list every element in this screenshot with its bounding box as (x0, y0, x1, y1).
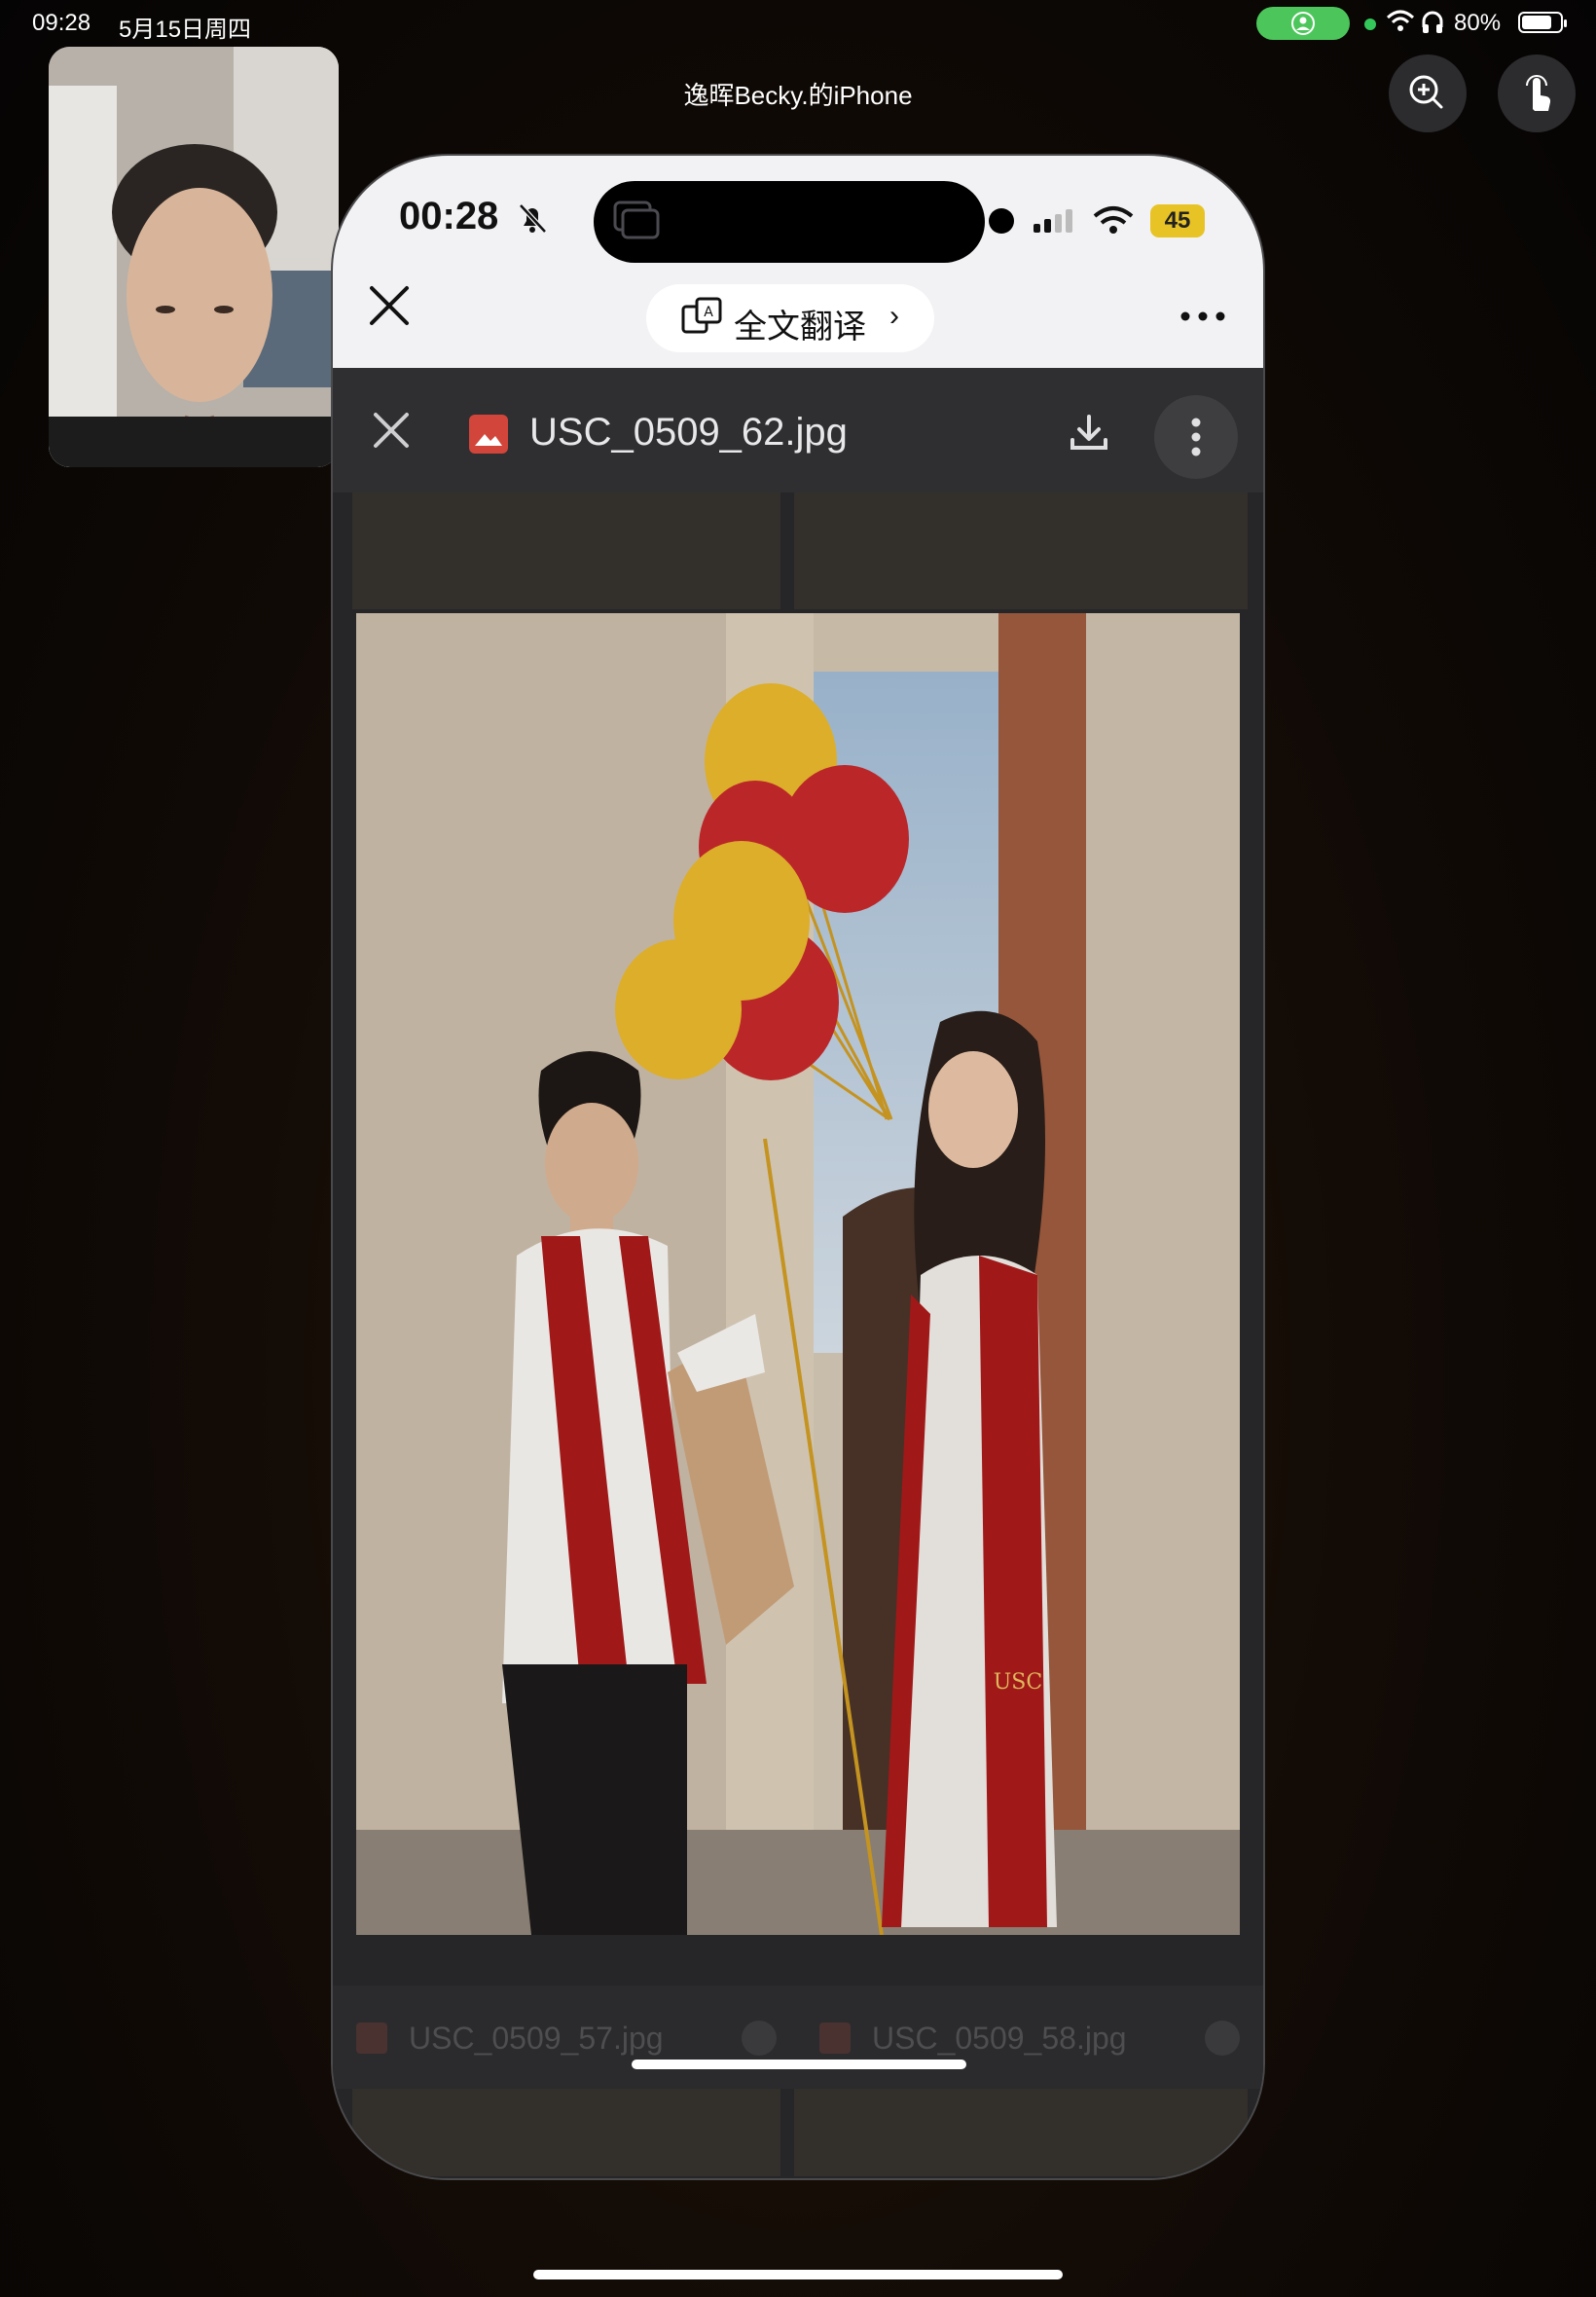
screen-share-indicator[interactable] (1256, 7, 1350, 40)
battery-icon (1518, 12, 1567, 33)
screen-mirroring-icon (613, 201, 660, 239)
phone-home-indicator[interactable] (632, 2060, 966, 2069)
info-icon (742, 2021, 777, 2056)
background-file-name: USC_0509_58.jpg (872, 2021, 1127, 2056)
battery-icon: 45 (1150, 204, 1205, 237)
viewer-close-button[interactable] (370, 409, 413, 452)
headphones-icon (1422, 11, 1443, 33)
touch-control-icon (1526, 75, 1551, 111)
main-photo[interactable]: USC (356, 613, 1240, 1935)
camera-indicator (989, 208, 1014, 234)
vertical-dots-icon (1191, 418, 1201, 456)
viewer-more-button[interactable] (1154, 395, 1238, 479)
image-file-icon (356, 2023, 387, 2054)
touch-control-button[interactable] (1498, 55, 1576, 132)
background-file-name: USC_0509_57.jpg (409, 2021, 664, 2056)
phone-top-bar: 00:28 45 A 全文翻译 › (333, 156, 1263, 368)
mirrored-iphone-screen[interactable]: USC_0509_57.jpg USC_0509_58.jpg 00:28 45… (331, 154, 1265, 2180)
translate-label: 全文翻译 (734, 309, 866, 346)
dynamic-island (594, 181, 985, 263)
mirrored-device-title: 逸晖Becky.的iPhone (683, 81, 913, 110)
file-name: USC_0509_62.jpg (529, 411, 848, 454)
screen-share-icon (1291, 12, 1315, 35)
translate-icon: A (681, 297, 722, 334)
image-file-icon (469, 415, 508, 454)
svg-text:A: A (704, 305, 713, 320)
download-button[interactable] (1067, 411, 1111, 456)
more-icon (1180, 311, 1225, 321)
close-icon (374, 413, 409, 448)
mic-in-use-indicator (1364, 18, 1376, 30)
bell-slash-icon (519, 203, 547, 234)
more-options-button[interactable] (1174, 302, 1232, 331)
chevron-right-icon: › (889, 300, 899, 332)
translate-button[interactable]: A 全文翻译 › (646, 284, 934, 352)
close-icon (370, 286, 409, 325)
wifi-icon (1093, 206, 1134, 234)
download-icon (1070, 415, 1107, 450)
image-viewer-toolbar: USC_0509_62.jpg (333, 368, 1263, 492)
close-button[interactable] (362, 278, 417, 333)
ipad-status-bar: 09:28 5月15日周四 80% (0, 0, 1596, 47)
ipad-clock: 09:28 (32, 10, 91, 36)
ipad-date: 5月15日周四 (119, 17, 252, 43)
zoom-in-icon (1409, 75, 1443, 109)
graduation-photo-image: USC (356, 613, 1240, 1935)
signal-icon (1034, 209, 1072, 233)
image-file-icon (819, 2023, 851, 2054)
background-file-captions: USC_0509_57.jpg USC_0509_58.jpg (333, 1986, 1263, 2089)
ipad-battery-percent: 80% (1454, 10, 1502, 36)
phone-clock: 00:28 (399, 195, 499, 237)
ipad-home-indicator[interactable] (533, 2270, 1063, 2279)
zoom-button[interactable] (1389, 55, 1467, 132)
info-icon (1205, 2021, 1240, 2056)
